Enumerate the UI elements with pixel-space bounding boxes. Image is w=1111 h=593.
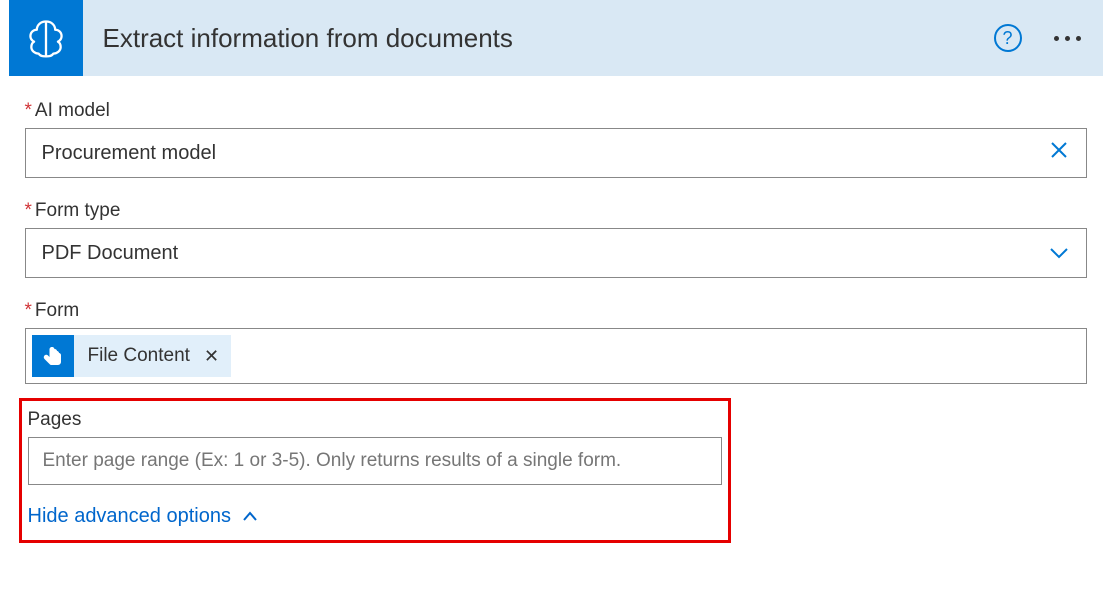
action-card: Extract information from documents ? AI …: [9, 0, 1103, 559]
pages-label: Pages: [28, 409, 722, 431]
form-label: Form: [25, 300, 1087, 322]
token-label: File Content: [74, 345, 200, 367]
more-icon[interactable]: [1046, 28, 1089, 49]
form-type-label: Form type: [25, 200, 1087, 222]
ai-model-field: AI model Procurement model: [25, 100, 1087, 178]
card-body: AI model Procurement model Form type PDF…: [9, 76, 1103, 559]
highlight-annotation: Pages Hide advanced options: [19, 398, 731, 543]
touch-icon: [32, 335, 74, 377]
chevron-up-icon: [241, 508, 259, 526]
form-field: Form File Content ✕: [25, 300, 1087, 384]
hide-advanced-toggle[interactable]: Hide advanced options: [28, 505, 722, 528]
clear-icon[interactable]: [1048, 139, 1070, 167]
help-icon[interactable]: ?: [994, 24, 1022, 52]
token-remove-icon[interactable]: ✕: [200, 346, 231, 367]
form-type-field: Form type PDF Document: [25, 200, 1087, 278]
brain-icon: [9, 0, 83, 76]
form-type-select[interactable]: PDF Document: [25, 228, 1087, 278]
advanced-toggle-label: Hide advanced options: [28, 505, 231, 528]
file-content-token: File Content ✕: [32, 335, 232, 377]
chevron-down-icon: [1048, 242, 1070, 264]
card-title: Extract information from documents: [103, 23, 994, 54]
ai-model-value: Procurement model: [42, 142, 217, 165]
form-input[interactable]: File Content ✕: [25, 328, 1087, 384]
form-type-value: PDF Document: [42, 242, 179, 265]
pages-input[interactable]: [28, 437, 722, 485]
ai-model-input[interactable]: Procurement model: [25, 128, 1087, 178]
card-header: Extract information from documents ?: [9, 0, 1103, 76]
ai-model-label: AI model: [25, 100, 1087, 122]
